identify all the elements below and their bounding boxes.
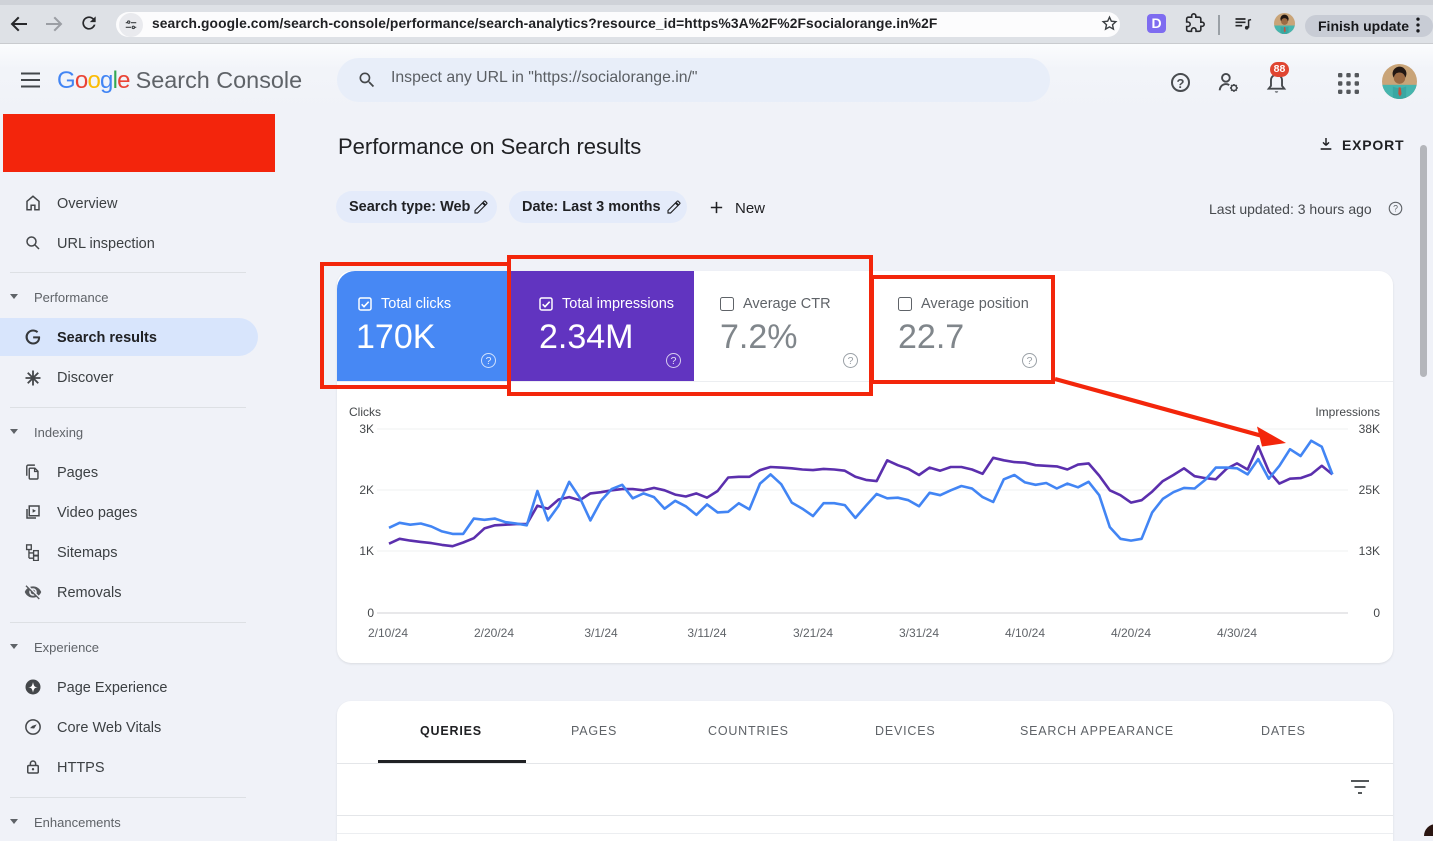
svg-text:3/11/24: 3/11/24 xyxy=(687,626,726,640)
svg-text:4/10/24: 4/10/24 xyxy=(1005,626,1045,640)
svg-text:3/1/24: 3/1/24 xyxy=(584,626,618,640)
svg-text:2/10/24: 2/10/24 xyxy=(368,626,408,640)
svg-text:2K: 2K xyxy=(359,483,374,497)
svg-text:2/20/24: 2/20/24 xyxy=(474,626,514,640)
svg-text:4/20/24: 4/20/24 xyxy=(1111,626,1151,640)
svg-text:3K: 3K xyxy=(359,422,374,436)
svg-text:Impressions: Impressions xyxy=(1315,405,1380,419)
svg-text:38K: 38K xyxy=(1359,422,1380,436)
svg-text:13K: 13K xyxy=(1359,544,1380,558)
svg-text:25K: 25K xyxy=(1359,483,1380,497)
svg-text:?: ? xyxy=(1393,204,1398,214)
svg-text:3/31/24: 3/31/24 xyxy=(899,626,939,640)
svg-text:3/21/24: 3/21/24 xyxy=(793,626,833,640)
svg-text:0: 0 xyxy=(367,606,374,620)
svg-text:0: 0 xyxy=(1373,606,1380,620)
svg-text:1K: 1K xyxy=(359,544,374,558)
svg-text:Clicks: Clicks xyxy=(349,405,381,419)
svg-text:4/30/24: 4/30/24 xyxy=(1217,626,1257,640)
